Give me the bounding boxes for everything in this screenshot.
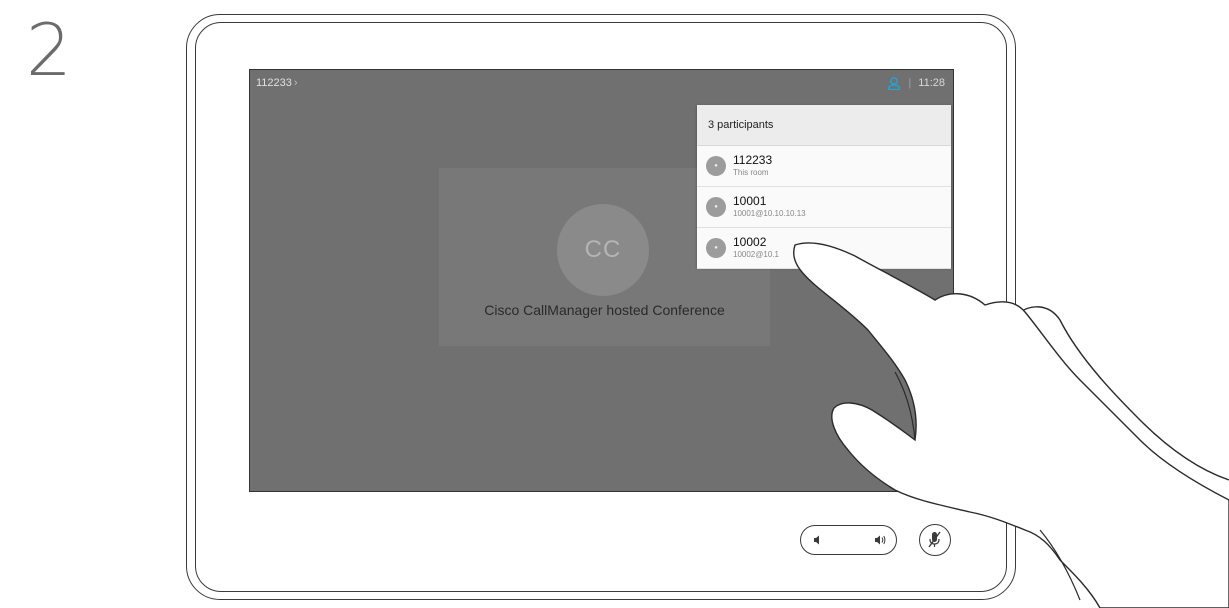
conference-title: Cisco CallManager hosted Conference <box>484 302 725 318</box>
conference-avatar: CC <box>557 204 649 296</box>
status-divider: | <box>908 77 912 89</box>
participant-name: 10002 <box>733 235 767 249</box>
step-number: 2 <box>26 8 72 92</box>
participant-row[interactable]: ● 10001 10001@10.10.10.13 <box>697 187 951 228</box>
chevron-right-icon: › <box>293 77 298 89</box>
call-screen: 112233 › | 11:28 CC Cisco CallManager hos… <box>249 69 954 492</box>
call-id-button[interactable]: 112233 › <box>256 77 298 89</box>
volume-control[interactable] <box>800 525 897 555</box>
clock: 11:28 <box>918 77 945 89</box>
participant-address: 10002@10.1 <box>733 250 779 259</box>
participant-name: 10001 <box>733 194 767 208</box>
participant-row[interactable]: ● 112233 This room <box>697 146 951 187</box>
participant-name: 112233 <box>733 153 773 167</box>
mute-button[interactable] <box>919 524 951 556</box>
status-bar: | 11:28 <box>887 76 945 90</box>
participant-avatar: ● <box>706 238 726 258</box>
participant-row[interactable]: ● 10002 10002@10.1 <box>697 228 951 269</box>
participant-address: This room <box>733 168 769 177</box>
call-id-label: 112233 <box>256 77 292 89</box>
participant-avatar: ● <box>706 197 726 217</box>
participant-address: 10001@10.10.10.13 <box>733 209 806 218</box>
microphone-muted-icon <box>928 531 941 548</box>
person-icon[interactable] <box>887 76 901 90</box>
volume-up-icon[interactable] <box>873 533 887 547</box>
participants-panel: 3 participants ● 112233 This room ● 1000… <box>697 105 951 269</box>
volume-down-icon[interactable] <box>811 533 825 547</box>
participants-header: 3 participants <box>697 105 951 146</box>
participant-avatar: ● <box>706 156 726 176</box>
